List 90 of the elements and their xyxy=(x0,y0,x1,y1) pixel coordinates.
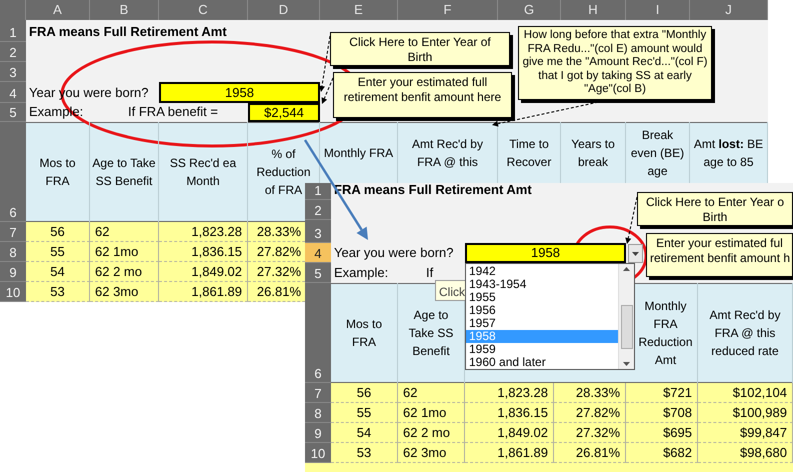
comment-note: Click Here to Enter Year of Birth xyxy=(330,32,510,66)
table-cell: $682 xyxy=(626,443,698,463)
column-letter[interactable]: D xyxy=(248,0,320,20)
dropdown-button[interactable] xyxy=(628,244,643,263)
table-cell: 62 xyxy=(398,383,465,403)
table-cell: $721 xyxy=(626,383,698,403)
field-label: If xyxy=(425,264,434,282)
table-cell: 28.33% xyxy=(554,383,626,403)
dropdown-option[interactable]: 1959 xyxy=(466,343,618,356)
table-cell: $102,104 xyxy=(698,383,793,403)
row-number[interactable]: 10 xyxy=(0,282,26,302)
table-cell: 1,861.89 xyxy=(159,282,248,302)
column-letter[interactable]: J xyxy=(690,0,768,20)
table-cell: 54 xyxy=(331,423,398,443)
table-cell: $99,847 xyxy=(698,423,793,443)
row-number[interactable]: 6 xyxy=(305,283,331,383)
table-cell: 1,849.02 xyxy=(465,423,554,443)
example-label: Example: xyxy=(333,264,390,282)
row-number[interactable]: 1 xyxy=(305,183,331,200)
table-cell: $695 xyxy=(626,423,698,443)
comment-note: Enter your estimated ful retirement benfit amount h xyxy=(646,233,793,277)
row-number[interactable]: 2 xyxy=(305,200,331,220)
field-label: If FRA benefit = xyxy=(127,103,219,120)
table-cell: 62 2 mo xyxy=(90,262,159,282)
table-cell: 26.81% xyxy=(554,443,626,463)
row-number[interactable]: 7 xyxy=(305,383,331,403)
row-number[interactable]: 3 xyxy=(305,220,331,243)
row-number[interactable]: 7 xyxy=(0,222,26,242)
table-cell: 53 xyxy=(26,282,90,302)
column-letter[interactable]: F xyxy=(398,0,498,20)
column-letter[interactable]: A xyxy=(26,0,90,20)
table-cell: 56 xyxy=(331,383,398,403)
row-number[interactable]: 6 xyxy=(0,122,26,222)
leader-line xyxy=(625,196,638,244)
row-number[interactable]: 5 xyxy=(305,263,331,283)
row-number[interactable]: 5 xyxy=(0,103,26,122)
row-number[interactable]: 10 xyxy=(305,443,331,463)
dropdown-option[interactable]: 1956 xyxy=(466,304,618,317)
comment-note: Click Here to Enter Year o Birth xyxy=(637,192,793,226)
row-number[interactable]: 2 xyxy=(0,42,26,62)
table-cell: 62 1mo xyxy=(398,403,465,423)
comment-note: How long before that extra "Monthly FRA Redu..."(col E) amount would give me the "Amount Rec'd..."(col F) that I got by taking SS at early "Age"(col B) xyxy=(518,26,712,100)
select-all-corner[interactable] xyxy=(0,0,26,20)
table-cell: 62 3mo xyxy=(398,443,465,463)
table-cell: $100,989 xyxy=(698,403,793,423)
dropdown-option[interactable]: 1960 and later xyxy=(466,356,618,369)
table-cell: 62 3mo xyxy=(90,282,159,302)
table-cell: 54 xyxy=(26,262,90,282)
row-number[interactable]: 4 xyxy=(305,243,331,263)
field-label: Year you were born? xyxy=(333,244,454,262)
table-cell: $98,680 xyxy=(698,443,793,463)
row-number[interactable]: 1 xyxy=(0,20,26,42)
table-cell: $708 xyxy=(626,403,698,423)
row-number[interactable]: 3 xyxy=(0,62,26,82)
table-cell: 27.32% xyxy=(554,423,626,443)
table-cell: 62 2 mo xyxy=(398,423,465,443)
table-cell: 1,836.15 xyxy=(465,403,554,423)
column-letter[interactable]: H xyxy=(561,0,626,20)
row-number[interactable]: 9 xyxy=(0,262,26,282)
column-letter[interactable]: E xyxy=(320,0,398,20)
table-cell: 1,861.89 xyxy=(465,443,554,463)
column-letter[interactable]: G xyxy=(498,0,561,20)
column-letter[interactable]: C xyxy=(159,0,248,20)
table-cell: 1,823.28 xyxy=(159,222,248,242)
column-letter[interactable]: I xyxy=(626,0,690,20)
table-cell: 55 xyxy=(331,403,398,423)
birth-year-field[interactable]: 1958 xyxy=(159,82,320,103)
row-number[interactable]: 8 xyxy=(0,242,26,262)
table-cell: 55 xyxy=(26,242,90,262)
row-number[interactable]: 8 xyxy=(305,403,331,423)
caret-icon xyxy=(632,252,639,256)
dropdown-option[interactable]: 1958 xyxy=(466,330,618,343)
table-cell: 53 xyxy=(331,443,398,463)
table-cell: 27.82% xyxy=(554,403,626,423)
table-cell: 62 1mo xyxy=(90,242,159,262)
benefit-amount-field[interactable]: $2,544 xyxy=(248,103,320,122)
row-number[interactable]: 4 xyxy=(0,82,26,103)
column-letter[interactable]: B xyxy=(90,0,159,20)
dropdown-option[interactable]: 1942 xyxy=(466,265,618,278)
table-cell: 1,823.28 xyxy=(465,383,554,403)
row-number[interactable]: 9 xyxy=(305,423,331,443)
comment-note: Enter your estimated full retirement benfit amount here xyxy=(333,72,512,118)
table-cell: 62 xyxy=(90,222,159,242)
table-cell: 56 xyxy=(26,222,90,242)
table-cell: 1,836.15 xyxy=(159,242,248,262)
birth-year-field[interactable]: 1958 xyxy=(465,243,626,263)
sheet-title: FRA means Full Retirement Amt xyxy=(28,22,228,40)
scrollbar-drawing[interactable] xyxy=(618,264,634,369)
table-cell: 1,849.02 xyxy=(159,262,248,282)
dropdown-option[interactable]: 1957 xyxy=(466,317,618,330)
